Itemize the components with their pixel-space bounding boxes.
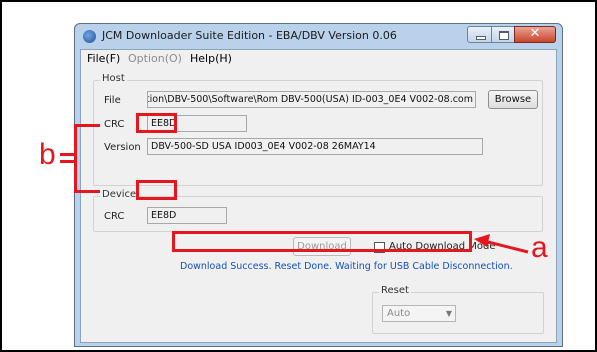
menu-help[interactable]: Help(H) [190, 52, 232, 65]
arrow-a [474, 234, 529, 254]
host-version-field: DBV-500-SD USA ID003_0E4 V002-08 26MAY14 [147, 138, 483, 155]
chevron-down-icon: ▼ [445, 309, 452, 318]
browse-button[interactable]: Browse [488, 90, 538, 109]
host-version-label: Version [104, 142, 141, 153]
download-status-text: Download Success. Reset Done. Waiting fo… [180, 261, 513, 272]
menu-option[interactable]: Option(O) [128, 52, 182, 65]
maximize-icon [499, 31, 509, 40]
maximize-button[interactable] [491, 26, 515, 43]
reset-group-title: Reset [379, 285, 411, 296]
bracket-b-link-1 [60, 153, 75, 156]
menu-file[interactable]: File(F) [87, 52, 120, 65]
device-group: Device CRC EE8D [93, 189, 543, 232]
reset-mode-select[interactable]: Auto ▼ [382, 305, 456, 322]
host-file-label: File [104, 95, 121, 106]
host-group-title: Host [100, 73, 127, 84]
host-file-field[interactable]: ıl Information\DBV-500\Software\Rom DBV-… [147, 91, 476, 108]
device-crc-label: CRC [104, 211, 125, 222]
close-button[interactable]: ✕ [514, 26, 556, 43]
status-highlight [172, 231, 472, 252]
menu-bar: File(F) Option(O) Help(H) [81, 50, 556, 68]
host-crc-label: CRC [104, 119, 125, 130]
window-title: JCM Downloader Suite Edition - EBA/DBV V… [102, 29, 397, 42]
reset-mode-value: Auto [387, 308, 411, 319]
annotation-a: a [531, 231, 548, 264]
app-icon [83, 30, 96, 43]
device-crc-highlight [136, 180, 177, 200]
title-bar[interactable]: JCM Downloader Suite Edition - EBA/DBV V… [75, 24, 562, 49]
close-icon: ✕ [529, 26, 541, 41]
annotation-b: b [39, 138, 56, 171]
minimize-icon [476, 36, 486, 40]
bracket-b-vertical [74, 124, 77, 193]
host-group: Host File ıl Information\DBV-500\Softwar… [93, 73, 543, 186]
host-crc-highlight [136, 113, 177, 133]
reset-group: Reset Auto ▼ [372, 285, 544, 334]
bracket-b-link-2 [60, 160, 75, 163]
minimize-button[interactable] [467, 26, 492, 43]
bracket-b-top [74, 124, 100, 127]
bracket-b-bottom [74, 190, 100, 193]
device-crc-field: EE8D [147, 207, 227, 224]
device-group-title: Device [100, 189, 139, 200]
